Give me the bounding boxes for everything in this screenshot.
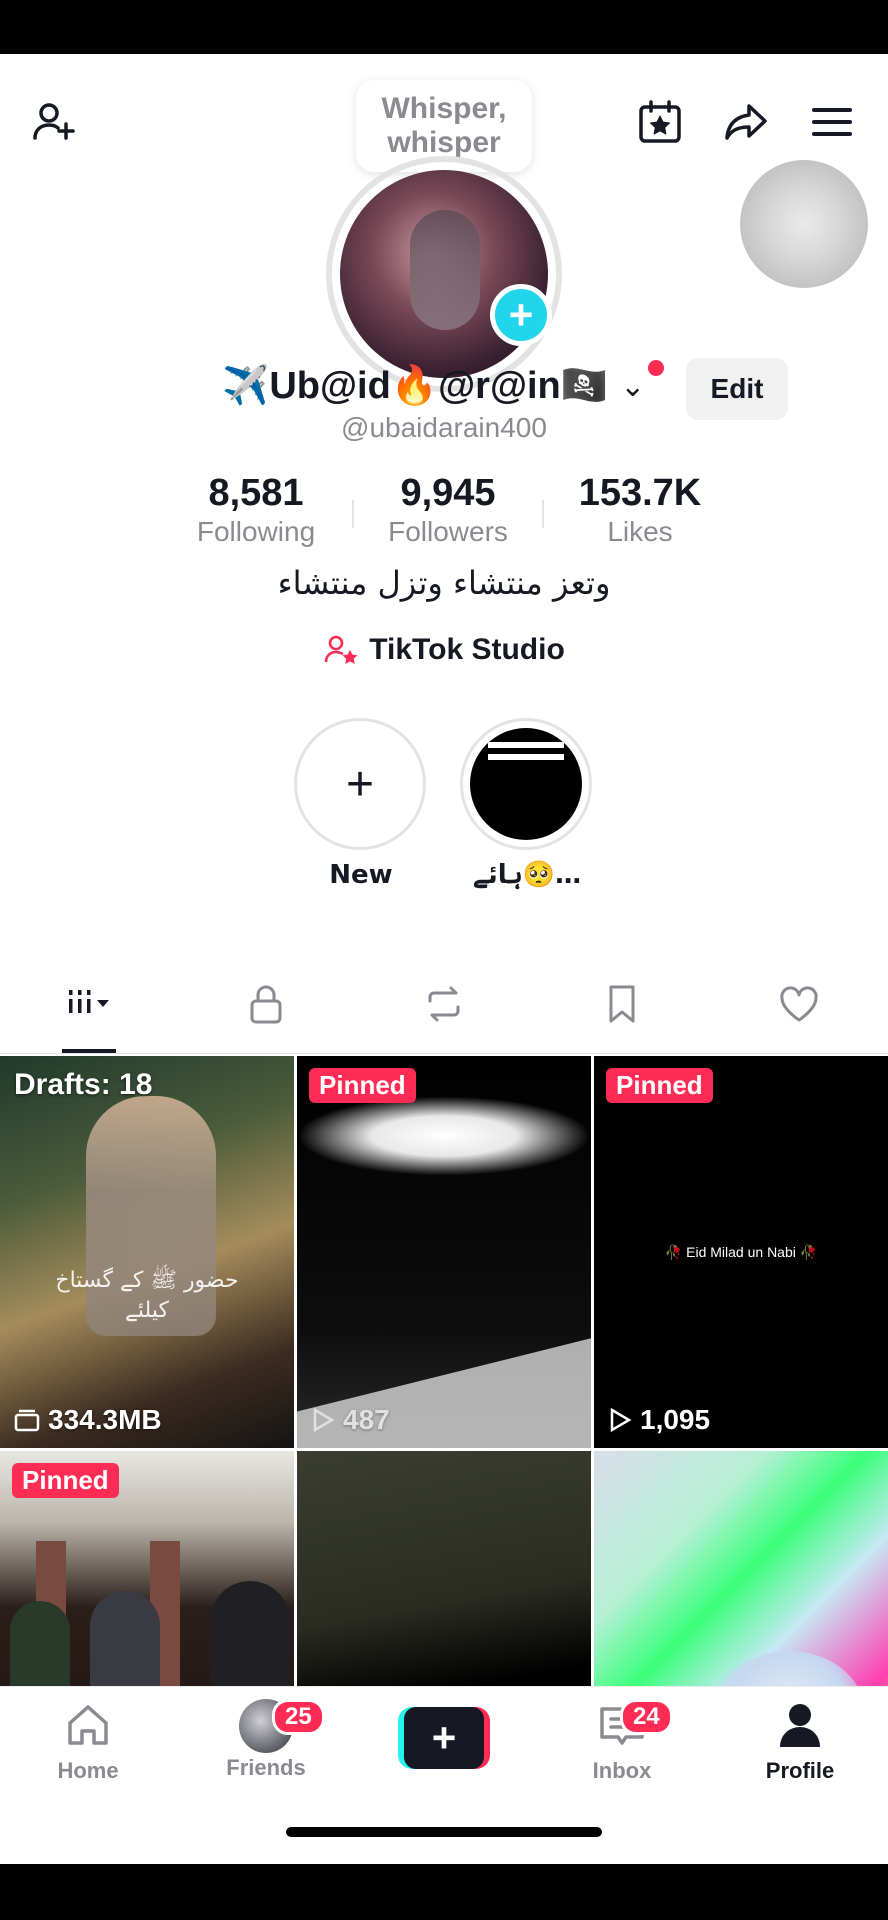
- tiktok-studio-link[interactable]: TikTok Studio: [0, 632, 888, 668]
- profile-screen: Whisper, whisper + ✈️Ub@id🔥@r@in🏴‍☠️ ⌄ E…: [0, 54, 888, 1864]
- repost-icon: [428, 986, 460, 1021]
- pinned-badge: Pinned: [606, 1068, 713, 1103]
- play-icon: [313, 1407, 335, 1433]
- highlight-circle: [460, 718, 592, 850]
- add-story-plus-icon[interactable]: +: [490, 284, 552, 346]
- view-count: 487: [311, 1404, 390, 1436]
- home-icon: [68, 1705, 108, 1745]
- nav-home[interactable]: Home: [18, 1699, 158, 1784]
- pinned-badge: Pinned: [309, 1068, 416, 1103]
- highlight-thumbnail: [470, 728, 582, 840]
- highlight-story[interactable]: ہائے🥺…: [460, 718, 594, 890]
- home-indicator[interactable]: [286, 1827, 602, 1837]
- drafts-icon: [14, 1409, 40, 1432]
- pinned-badge: Pinned: [12, 1463, 119, 1498]
- tab-reposts[interactable]: [355, 954, 533, 1053]
- video-thumbnail[interactable]: حضور ﷺ کے گستاخ کیلئے Drafts: 18 334.3MB: [0, 1056, 294, 1448]
- highlight-circle: +: [294, 718, 426, 850]
- lock-icon: [250, 985, 282, 1023]
- stat-followers[interactable]: 9,945 Followers: [352, 472, 544, 562]
- inbox-badge: 24: [620, 1699, 673, 1735]
- display-name-row[interactable]: ✈️Ub@id🔥@r@in🏴‍☠️ ⌄: [222, 356, 645, 416]
- nav-profile[interactable]: Profile: [730, 1699, 870, 1784]
- tab-private[interactable]: [178, 954, 356, 1053]
- username-handle: @ubaidarain400: [341, 412, 547, 443]
- drafts-label: Drafts: 18: [14, 1068, 153, 1101]
- urdu-caption: حضور ﷺ کے گستاخ کیلئے: [55, 1268, 239, 1323]
- tab-favorites[interactable]: [533, 954, 711, 1053]
- bookmark-icon: [609, 985, 635, 1022]
- menu-icon[interactable]: [804, 94, 860, 150]
- stat-likes[interactable]: 153.7K Likes: [544, 472, 736, 562]
- divider: [352, 500, 354, 528]
- display-name: ✈️Ub@id🔥@r@in🏴‍☠️: [222, 365, 609, 407]
- tab-liked[interactable]: [710, 954, 888, 1053]
- video-thumbnail[interactable]: Pinned 🥀 Eid Milad un Nabi 🥀 1,095: [594, 1056, 888, 1448]
- video-caption: 🥀 Eid Milad un Nabi 🥀: [664, 1244, 818, 1260]
- draft-size: 334.3MB: [14, 1404, 162, 1436]
- avatar[interactable]: [340, 170, 548, 378]
- video-thumbnail[interactable]: Pinned 487: [297, 1056, 591, 1448]
- plus-icon: +: [345, 757, 375, 811]
- stat-following[interactable]: 8,581 Following: [160, 472, 352, 562]
- chevron-down-icon[interactable]: ⌄: [620, 369, 645, 404]
- play-icon: [610, 1407, 632, 1433]
- profile-tabs: [0, 954, 888, 1054]
- floating-bubble[interactable]: [740, 160, 868, 288]
- edit-profile-button[interactable]: Edit: [686, 358, 788, 420]
- share-icon[interactable]: [718, 94, 774, 150]
- profile-bio: وتعز منتشاء وتزل منتشاء: [277, 564, 611, 602]
- user-star-icon: [324, 635, 358, 664]
- profile-stats: 8,581 Following 9,945 Followers 153.7K L…: [160, 472, 736, 562]
- create-button[interactable]: +: [398, 1707, 490, 1769]
- tab-videos[interactable]: [0, 954, 178, 1053]
- notification-dot: [648, 360, 664, 376]
- heart-icon: [780, 985, 818, 1021]
- grid-dropdown-icon: [68, 989, 109, 1013]
- friends-badge: 25: [272, 1699, 325, 1735]
- calendar-star-icon[interactable]: [632, 94, 688, 150]
- profile-icon: [780, 1704, 820, 1747]
- bottom-navigation: Home 25 Friends + 24 Inbox Profile: [0, 1686, 888, 1864]
- nav-friends[interactable]: 25 Friends: [196, 1699, 336, 1781]
- add-friend-icon[interactable]: [26, 94, 82, 150]
- nav-inbox[interactable]: 24 Inbox: [552, 1699, 692, 1784]
- highlight-new[interactable]: + New: [294, 718, 428, 890]
- plus-icon: +: [404, 1707, 484, 1769]
- view-count: 1,095: [608, 1404, 710, 1436]
